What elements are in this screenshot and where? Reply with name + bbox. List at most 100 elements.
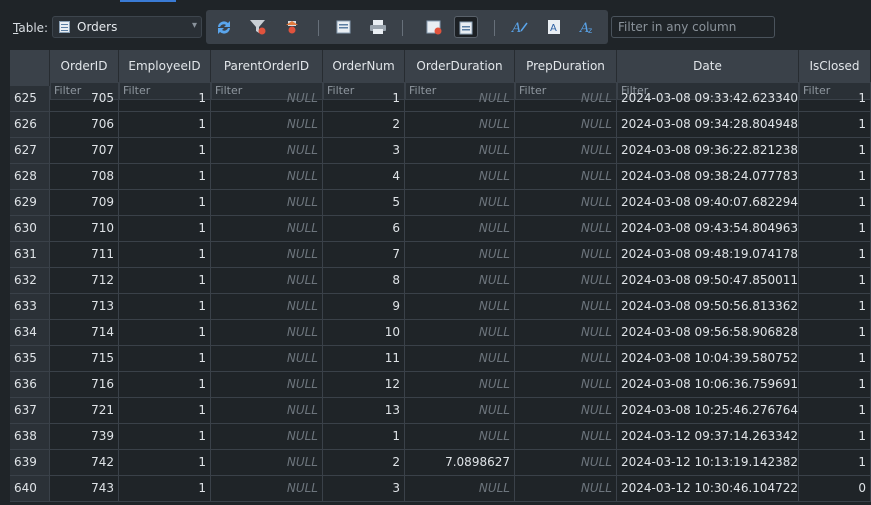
cell-isclosed[interactable]: 1 xyxy=(799,190,871,215)
cell-orderid[interactable]: 708 xyxy=(50,164,119,189)
cell-isclosed[interactable]: 1 xyxy=(799,372,871,397)
cell-employeeid[interactable]: 1 xyxy=(119,398,211,423)
column-header-parentorderid[interactable]: ParentOrderID xyxy=(211,50,323,82)
cell-prepduration[interactable]: NULL xyxy=(515,372,617,397)
cell-ordernum[interactable]: 9 xyxy=(323,294,405,319)
cell-orderduration[interactable]: NULL xyxy=(405,138,515,163)
cell-prepduration[interactable]: NULL xyxy=(515,190,617,215)
cell-ordernum[interactable]: 8 xyxy=(323,268,405,293)
cell-prepduration[interactable]: NULL xyxy=(515,86,617,111)
cell-parentorderid[interactable]: NULL xyxy=(211,138,323,163)
cell-prepduration[interactable]: NULL xyxy=(515,424,617,449)
cell-orderid[interactable]: 715 xyxy=(50,346,119,371)
text-button[interactable]: A xyxy=(542,16,566,38)
cell-ordernum[interactable]: 2 xyxy=(323,450,405,475)
cell-orderduration[interactable]: NULL xyxy=(405,294,515,319)
cell-orderduration[interactable]: NULL xyxy=(405,216,515,241)
table-row[interactable]: 640 743 1 NULL 3 NULL NULL 2024-03-12 10:30:46.… xyxy=(10,476,871,502)
cell-orderduration[interactable]: NULL xyxy=(405,398,515,423)
new-record-button[interactable] xyxy=(422,16,446,38)
cell-ordernum[interactable]: 6 xyxy=(323,216,405,241)
cell-employeeid[interactable]: 1 xyxy=(119,476,211,501)
row-number[interactable]: 626 xyxy=(10,112,50,137)
column-header-orderid[interactable]: OrderID xyxy=(50,50,119,82)
table-row[interactable]: 636 716 1 NULL 12 NULL NULL 2024-03-08 10:06:36… xyxy=(10,372,871,398)
row-number[interactable]: 638 xyxy=(10,424,50,449)
cell-ordernum[interactable]: 5 xyxy=(323,190,405,215)
encoding-button[interactable]: Az xyxy=(576,16,600,38)
cell-date[interactable]: 2024-03-08 10:06:36.7596918 xyxy=(617,372,799,397)
cell-isclosed[interactable]: 1 xyxy=(799,398,871,423)
table-select[interactable]: Orders ▾ xyxy=(52,16,202,38)
cell-prepduration[interactable]: NULL xyxy=(515,242,617,267)
cell-prepduration[interactable]: NULL xyxy=(515,346,617,371)
cell-parentorderid[interactable]: NULL xyxy=(211,112,323,137)
cell-prepduration[interactable]: NULL xyxy=(515,294,617,319)
cell-employeeid[interactable]: 1 xyxy=(119,216,211,241)
cell-date[interactable]: 2024-03-08 09:50:56.8133629 xyxy=(617,294,799,319)
cell-ordernum[interactable]: 7 xyxy=(323,242,405,267)
cell-parentorderid[interactable]: NULL xyxy=(211,268,323,293)
row-number[interactable]: 629 xyxy=(10,190,50,215)
table-row[interactable]: 634 714 1 NULL 10 NULL NULL 2024-03-08 09:56:58… xyxy=(10,320,871,346)
cell-orderid[interactable]: 714 xyxy=(50,320,119,345)
cell-isclosed[interactable]: 1 xyxy=(799,242,871,267)
cell-orderid[interactable]: 709 xyxy=(50,190,119,215)
cell-orderid[interactable]: 742 xyxy=(50,450,119,475)
column-header-date[interactable]: Date xyxy=(617,50,799,82)
cell-date[interactable]: 2024-03-08 10:25:46.2767648 xyxy=(617,398,799,423)
cell-date[interactable]: 2024-03-12 10:30:46.1047229 xyxy=(617,476,799,501)
cell-ordernum[interactable]: 3 xyxy=(323,476,405,501)
cell-orderid[interactable]: 706 xyxy=(50,112,119,137)
cell-parentorderid[interactable]: NULL xyxy=(211,86,323,111)
table-row[interactable]: 630 710 1 NULL 6 NULL NULL 2024-03-08 09:43:54.… xyxy=(10,216,871,242)
cell-orderid[interactable]: 712 xyxy=(50,268,119,293)
column-header-employeeid[interactable]: EmployeeID xyxy=(119,50,211,82)
cell-isclosed[interactable]: 0 xyxy=(799,476,871,501)
row-number[interactable]: 636 xyxy=(10,372,50,397)
cell-parentorderid[interactable]: NULL xyxy=(211,164,323,189)
cell-isclosed[interactable]: 1 xyxy=(799,86,871,111)
cell-employeeid[interactable]: 1 xyxy=(119,164,211,189)
cell-parentorderid[interactable]: NULL xyxy=(211,242,323,267)
cell-parentorderid[interactable]: NULL xyxy=(211,216,323,241)
table-row[interactable]: 632 712 1 NULL 8 NULL NULL 2024-03-08 09:50:47.… xyxy=(10,268,871,294)
cell-parentorderid[interactable]: NULL xyxy=(211,346,323,371)
cell-isclosed[interactable]: 1 xyxy=(799,138,871,163)
cell-orderduration[interactable]: NULL xyxy=(405,320,515,345)
cell-orderduration[interactable]: NULL xyxy=(405,242,515,267)
cell-orderid[interactable]: 743 xyxy=(50,476,119,501)
cell-orderduration[interactable]: NULL xyxy=(405,268,515,293)
cell-date[interactable]: 2024-03-08 09:43:54.804963 xyxy=(617,216,799,241)
row-number[interactable]: 625 xyxy=(10,86,50,111)
save-table-button[interactable] xyxy=(332,16,356,38)
cell-ordernum[interactable]: 2 xyxy=(323,112,405,137)
cell-prepduration[interactable]: NULL xyxy=(515,268,617,293)
column-header-ordernum[interactable]: OrderNum xyxy=(323,50,405,82)
table-row[interactable]: 635 715 1 NULL 11 NULL NULL 2024-03-08 10:04:39… xyxy=(10,346,871,372)
cell-ordernum[interactable]: 1 xyxy=(323,86,405,111)
cell-employeeid[interactable]: 1 xyxy=(119,268,211,293)
row-number[interactable]: 628 xyxy=(10,164,50,189)
cell-prepduration[interactable]: NULL xyxy=(515,112,617,137)
cell-orderduration[interactable]: 7.0898627 xyxy=(405,450,515,475)
cell-isclosed[interactable]: 1 xyxy=(799,294,871,319)
cell-isclosed[interactable]: 1 xyxy=(799,346,871,371)
cell-prepduration[interactable]: NULL xyxy=(515,398,617,423)
font-button[interactable]: A xyxy=(508,16,532,38)
show-record-button[interactable] xyxy=(454,16,478,38)
cell-orderid[interactable]: 739 xyxy=(50,424,119,449)
cell-ordernum[interactable]: 10 xyxy=(323,320,405,345)
cell-orderduration[interactable]: NULL xyxy=(405,424,515,449)
cell-parentorderid[interactable]: NULL xyxy=(211,190,323,215)
cell-employeeid[interactable]: 1 xyxy=(119,112,211,137)
row-number[interactable]: 639 xyxy=(10,450,50,475)
cell-prepduration[interactable]: NULL xyxy=(515,476,617,501)
clear-filters-button[interactable] xyxy=(246,16,270,38)
cell-parentorderid[interactable]: NULL xyxy=(211,320,323,345)
cell-orderid[interactable]: 721 xyxy=(50,398,119,423)
cell-orderid[interactable]: 710 xyxy=(50,216,119,241)
filter-any-column-input[interactable] xyxy=(611,16,775,38)
cell-parentorderid[interactable]: NULL xyxy=(211,476,323,501)
cell-ordernum[interactable]: 1 xyxy=(323,424,405,449)
